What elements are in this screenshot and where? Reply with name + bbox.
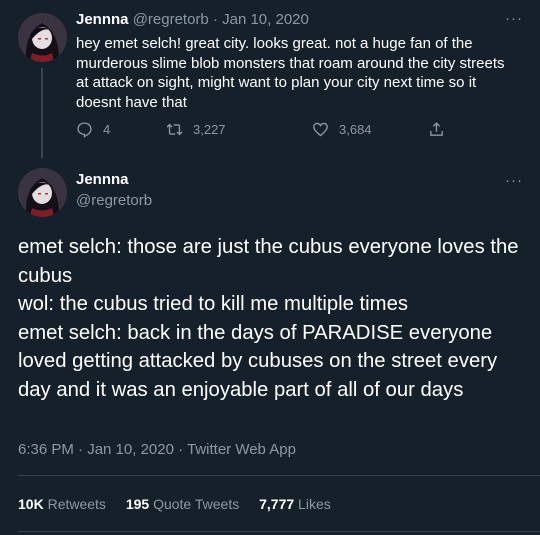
divider — [18, 531, 540, 532]
author-handle-date[interactable]: @regretorb · Jan 10, 2020 — [133, 11, 309, 28]
likes-count: 7,777 — [259, 496, 295, 512]
retweets-label: Retweets — [47, 496, 106, 512]
author-name[interactable]: Jennna — [76, 171, 129, 188]
share-icon — [430, 122, 443, 136]
avatar[interactable] — [18, 168, 67, 217]
retweet-count: 3,227 — [193, 122, 226, 137]
tweet-text: hey emet selch! great city. looks great.… — [76, 35, 505, 111]
thread-connector-line — [41, 68, 43, 158]
retweet-button[interactable]: 3,227 — [166, 121, 226, 138]
share-button[interactable] — [428, 121, 455, 138]
avatar-image — [18, 168, 67, 217]
author-name[interactable]: Jennna — [76, 11, 129, 28]
author-handle[interactable]: @regretorb — [76, 192, 152, 209]
retweet-icon — [166, 123, 183, 136]
like-button[interactable]: 3,684 — [312, 121, 372, 138]
tweet-header: Jennna @regretorb · Jan 10, 2020 — [76, 11, 309, 28]
more-icon[interactable]: ··· — [505, 11, 523, 26]
tweet-stats: 10K Retweets 195 Quote Tweets 7,777 Like… — [18, 496, 347, 512]
quote-tweets-stat[interactable]: 195 Quote Tweets — [126, 496, 239, 512]
tweet-timestamp[interactable]: 6:36 PM · Jan 10, 2020 · Twitter Web App — [18, 441, 296, 458]
avatar[interactable] — [18, 13, 67, 62]
reply-count: 4 — [103, 122, 111, 137]
reply-button[interactable]: 4 — [76, 121, 110, 138]
retweets-stat[interactable]: 10K Retweets — [18, 496, 106, 512]
reply-icon — [77, 122, 92, 138]
quote-tweets-count: 195 — [125, 496, 150, 512]
quote-tweets-label: Quote Tweets — [153, 496, 240, 512]
like-count: 3,684 — [339, 122, 372, 137]
likes-label: Likes — [298, 496, 331, 512]
tweet-text: emet selch: those are just the cubus eve… — [18, 236, 519, 401]
tweet-actions: 4 3,227 3,684 — [76, 121, 456, 141]
more-icon[interactable]: ··· — [505, 173, 523, 188]
likes-stat[interactable]: 7,777 Likes — [259, 496, 331, 512]
like-icon — [313, 122, 328, 137]
avatar-image — [18, 13, 67, 62]
retweets-count: 10K — [18, 496, 44, 512]
divider — [18, 475, 540, 476]
